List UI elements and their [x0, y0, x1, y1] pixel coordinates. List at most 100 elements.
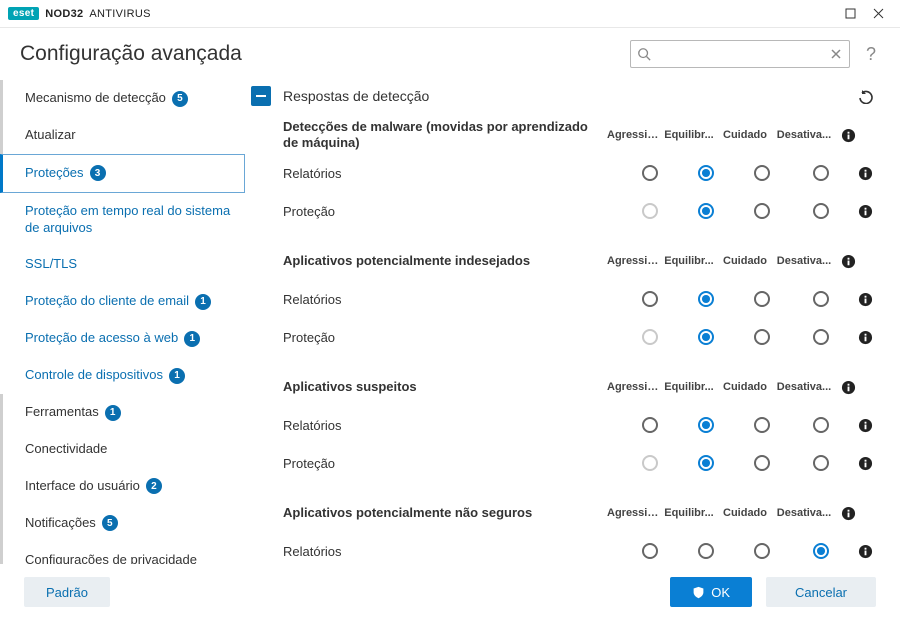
- radio-option[interactable]: [680, 417, 732, 433]
- sidebar-badge: 1: [105, 405, 121, 421]
- radio-option[interactable]: [736, 291, 788, 307]
- search-box[interactable]: [630, 40, 850, 68]
- column-header: Desativa...: [775, 381, 833, 393]
- sidebar-item[interactable]: Notificações5: [0, 505, 245, 542]
- info-icon[interactable]: [854, 544, 876, 559]
- sidebar-badge: 5: [172, 91, 188, 107]
- radio-option[interactable]: [736, 455, 788, 471]
- undo-icon[interactable]: [856, 86, 876, 106]
- sidebar-item-label: Atualizar: [25, 127, 76, 142]
- radio-option[interactable]: [624, 203, 676, 219]
- radio-option[interactable]: [624, 455, 676, 471]
- radio-option[interactable]: [792, 165, 850, 181]
- radio-option[interactable]: [624, 291, 676, 307]
- sidebar-item[interactable]: Configurações de privacidade: [0, 542, 245, 564]
- column-header: Equilibr...: [663, 255, 715, 267]
- cancel-button[interactable]: Cancelar: [766, 577, 876, 607]
- sidebar-item-label: SSL/TLS: [25, 256, 77, 271]
- setting-row: Relatórios: [283, 532, 876, 564]
- info-icon[interactable]: [837, 128, 859, 143]
- sidebar-item-label: Notificações: [25, 515, 96, 530]
- info-icon[interactable]: [854, 456, 876, 471]
- sidebar-item-label: Mecanismo de detecção: [25, 90, 166, 105]
- radio-option[interactable]: [792, 417, 850, 433]
- setting-row: Relatórios: [283, 154, 876, 192]
- info-icon[interactable]: [854, 166, 876, 181]
- sidebar: Mecanismo de detecção 5 Atualizar Proteções…: [0, 80, 245, 564]
- column-header: Agressivo: [607, 255, 659, 267]
- radio-option[interactable]: [792, 203, 850, 219]
- sidebar-item[interactable]: Ferramentas1: [0, 394, 245, 431]
- radio-option[interactable]: [680, 329, 732, 345]
- radio-option[interactable]: [680, 203, 732, 219]
- sidebar-item[interactable]: Proteção em tempo real do sistema de arq…: [0, 193, 245, 247]
- group-title: Aplicativos potencialmente indesejados: [283, 253, 603, 269]
- sidebar-item[interactable]: Proteção de acesso à web1: [0, 320, 245, 357]
- setting-label: Relatórios: [283, 166, 620, 181]
- info-icon[interactable]: [837, 254, 859, 269]
- radio-option[interactable]: [680, 291, 732, 307]
- sidebar-item[interactable]: SSL/TLS: [0, 246, 245, 283]
- radio-option[interactable]: [736, 543, 788, 559]
- default-button[interactable]: Padrão: [24, 577, 110, 607]
- radio-option[interactable]: [680, 543, 732, 559]
- radio-option[interactable]: [624, 417, 676, 433]
- sidebar-item[interactable]: Controle de dispositivos 1: [0, 357, 245, 394]
- ok-button[interactable]: OK: [670, 577, 752, 607]
- radio-option[interactable]: [792, 329, 850, 345]
- radio-option[interactable]: [792, 455, 850, 471]
- setting-row: Relatórios: [283, 406, 876, 444]
- group-header-row: Aplicativos potencialmente indesejados A…: [283, 242, 876, 280]
- sidebar-item[interactable]: Interface do usuário2: [0, 468, 245, 505]
- sidebar-badge: 2: [146, 478, 162, 494]
- setting-label: Relatórios: [283, 418, 620, 433]
- clear-search-icon[interactable]: [829, 47, 843, 61]
- group-title: Detecções de malware (movidas por aprend…: [283, 119, 603, 152]
- radio-option[interactable]: [792, 543, 850, 559]
- search-icon: [637, 47, 651, 61]
- setting-label: Relatórios: [283, 292, 620, 307]
- radio-option[interactable]: [792, 291, 850, 307]
- radio-option[interactable]: [624, 329, 676, 345]
- group-title: Aplicativos suspeitos: [283, 379, 603, 395]
- info-icon[interactable]: [854, 292, 876, 307]
- sidebar-badge: 3: [90, 165, 106, 181]
- radio-option[interactable]: [680, 165, 732, 181]
- window-maximize-button[interactable]: [836, 4, 864, 24]
- help-button[interactable]: ?: [862, 44, 880, 65]
- info-icon[interactable]: [854, 204, 876, 219]
- radio-option[interactable]: [624, 165, 676, 181]
- collapse-icon[interactable]: [251, 86, 271, 106]
- window-close-button[interactable]: [864, 4, 892, 24]
- sidebar-item[interactable]: Proteção do cliente de email1: [0, 283, 245, 320]
- sidebar-item-label: Proteções: [25, 165, 84, 180]
- radio-option[interactable]: [624, 543, 676, 559]
- setting-label: Relatórios: [283, 544, 620, 559]
- sidebar-item[interactable]: Atualizar: [0, 117, 245, 154]
- sidebar-item-label: Conectividade: [25, 441, 107, 456]
- radio-option[interactable]: [736, 165, 788, 181]
- column-header: Desativa...: [775, 255, 833, 267]
- setting-row: Proteção: [283, 192, 876, 230]
- sidebar-item[interactable]: Proteções 3: [0, 154, 245, 193]
- info-icon[interactable]: [837, 506, 859, 521]
- radio-option[interactable]: [736, 329, 788, 345]
- sidebar-item-label: Controle de dispositivos: [25, 367, 163, 382]
- info-icon[interactable]: [854, 418, 876, 433]
- column-header: Agressivo: [607, 381, 659, 393]
- radio-option[interactable]: [680, 455, 732, 471]
- search-input[interactable]: [651, 41, 829, 67]
- radio-option[interactable]: [736, 417, 788, 433]
- sidebar-item[interactable]: Conectividade: [0, 431, 245, 468]
- radio-option[interactable]: [736, 203, 788, 219]
- brand: eset NOD32 ANTIVIRUS: [8, 7, 151, 20]
- info-icon[interactable]: [854, 330, 876, 345]
- ok-button-label: OK: [711, 585, 730, 600]
- group-header-row: Aplicativos potencialmente não seguros A…: [283, 494, 876, 532]
- title-bar: eset NOD32 ANTIVIRUS: [0, 0, 900, 28]
- sidebar-item-label: Proteção do cliente de email: [25, 293, 189, 308]
- info-icon[interactable]: [837, 380, 859, 395]
- shield-icon: [692, 586, 705, 599]
- sidebar-badge: 1: [169, 368, 185, 384]
- sidebar-item[interactable]: Mecanismo de detecção 5: [0, 80, 245, 117]
